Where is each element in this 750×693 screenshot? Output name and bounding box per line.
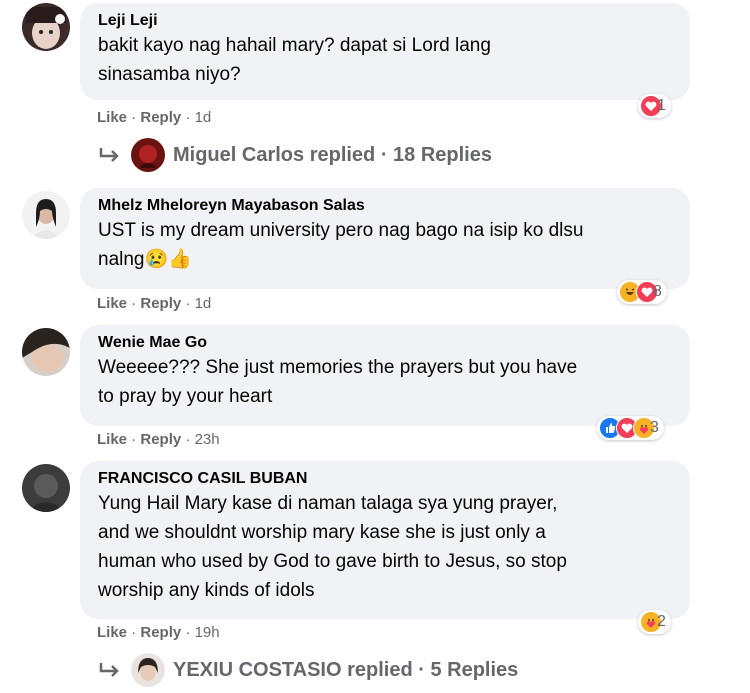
comment-text-line: Weeeee??? She just memories the prayers … [98,357,578,378]
avatar[interactable] [22,3,70,51]
comment-author[interactable]: Wenie Mae Go [98,333,676,353]
comment-bubble: Wenie Mae Go Weeeee??? She just memories… [80,325,690,426]
comment-text-line: sinasamba niyo? [98,64,241,85]
comment-text-line: bakit kayo nag hahail mary? dapat si Lor… [98,35,491,56]
reaction-count: 1 [657,97,666,114]
like-link[interactable]: Like [97,295,127,312]
reaction-summary[interactable]: 8 [617,280,667,304]
view-replies-link[interactable]: Miguel Carlos replied · 18 Replies [97,138,492,172]
reaction-count: 8 [653,283,662,300]
reply-arrow-icon [99,148,119,162]
like-link[interactable]: Like [97,431,127,448]
reaction-summary[interactable]: 3 [597,416,664,440]
comment-text-line: nalng😢👍 [98,249,192,270]
reply-link[interactable]: Reply [140,431,181,448]
comment-text-line: worship any kinds of idols [98,580,315,601]
comment-author[interactable]: Mhelz Mheloreyn Mayabason Salas [98,196,676,216]
reaction-count: 3 [650,419,659,436]
comment-bubble: FRANCISCO CASIL BUBAN Yung Hail Mary kas… [80,461,690,619]
view-replies-link[interactable]: YEXIU COSTASIO replied · 5 Replies [97,653,518,687]
avatar[interactable] [22,328,70,376]
reply-link[interactable]: Reply [140,295,181,312]
reaction-count: 2 [657,613,666,630]
comment-time[interactable]: 19h [195,624,220,641]
reaction-summary[interactable]: 2 [638,610,671,634]
comment-author[interactable]: Leji Leji [98,11,676,31]
comment-text-line: human who used by God to gave birth to J… [98,551,567,572]
avatar[interactable] [22,191,70,239]
comment-text-line: Yung Hail Mary kase di naman talaga sya … [98,493,558,514]
reaction-summary[interactable]: 1 [638,94,671,118]
replies-text[interactable]: YEXIU COSTASIO replied · 5 Replies [173,659,518,682]
like-link[interactable]: Like [97,624,127,641]
comment-bubble: Leji Leji bakit kayo nag hahail mary? da… [80,3,690,100]
avatar[interactable] [22,464,70,512]
reply-link[interactable]: Reply [140,109,181,126]
replier-avatar [131,653,165,687]
comment-actions: Like · Reply · 23h [97,431,220,448]
reply-link[interactable]: Reply [140,624,181,641]
comment-text-line: to pray by your heart [98,386,273,407]
comment-time[interactable]: 23h [195,431,220,448]
like-link[interactable]: Like [97,109,127,126]
replies-text[interactable]: Miguel Carlos replied · 18 Replies [173,144,492,167]
comment-text-line: UST is my dream university pero nag bago… [98,220,584,241]
comment-text-line: and we shouldnt worship mary kase she is… [98,522,546,543]
comment-author[interactable]: FRANCISCO CASIL BUBAN [98,469,676,489]
replier-avatar [131,138,165,172]
comment-time[interactable]: 1d [195,109,212,126]
reply-arrow-icon [99,663,119,677]
comment-actions: Like · Reply · 1d [97,109,212,126]
comment-bubble: Mhelz Mheloreyn Mayabason Salas UST is m… [80,188,690,289]
comment-actions: Like · Reply · 19h [97,624,220,641]
comment-time[interactable]: 1d [195,295,212,312]
comment-actions: Like · Reply · 1d [97,295,212,312]
